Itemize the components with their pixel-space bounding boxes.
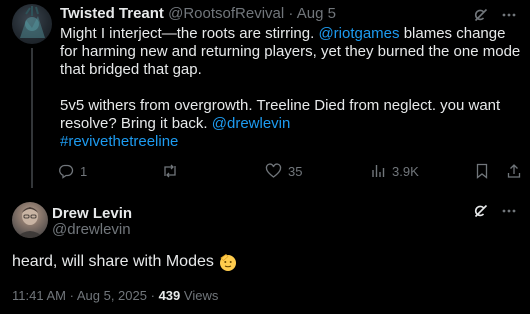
post-text: heard, will share with Modes: [12, 252, 238, 272]
like-button[interactable]: 35: [265, 163, 302, 179]
separator: ·: [69, 288, 74, 303]
avatar[interactable]: [12, 202, 48, 238]
post-date[interactable]: Aug 5: [297, 5, 336, 22]
author-handle[interactable]: @drewlevin: [52, 221, 131, 238]
reply-count: 1: [80, 163, 88, 179]
main-post-top-icons: [472, 202, 518, 220]
thread-line: [31, 48, 33, 188]
heart-icon: [265, 163, 282, 178]
views-count: 3.9K: [392, 163, 419, 179]
more-options-icon[interactable]: [500, 202, 518, 220]
post-time[interactable]: 11:41 AM: [12, 288, 66, 303]
repost-button[interactable]: [161, 163, 185, 179]
more-options-icon[interactable]: [500, 6, 518, 24]
post-header: Twisted Treant @RootsofRevival · Aug 5: [60, 5, 336, 23]
hashtag-link[interactable]: #revivethetreeline: [60, 133, 522, 151]
text-fragment: Might I interject—the roots are stirring…: [60, 25, 319, 42]
main-post: Drew Levin @drewlevin heard, will share …: [0, 188, 530, 314]
post-text-content: heard, will share with Modes: [12, 253, 214, 270]
author-name[interactable]: Twisted Treant: [60, 5, 164, 22]
grok-icon[interactable]: [472, 6, 490, 24]
grok-icon[interactable]: [472, 202, 490, 220]
parent-post[interactable]: Twisted Treant @RootsofRevival · Aug 5 M…: [0, 0, 530, 188]
post-meta: 11:41 AM · Aug 5, 2025 · 439 Views: [12, 288, 218, 303]
bookmark-icon: [476, 163, 488, 179]
mention-link[interactable]: @riotgames: [318, 25, 399, 42]
mention-link[interactable]: @drewlevin: [212, 115, 291, 132]
reply-button[interactable]: 1: [58, 163, 87, 179]
share-icon: [507, 164, 521, 178]
post-date[interactable]: Aug 5, 2025: [77, 288, 147, 303]
like-count: 35: [288, 163, 303, 179]
paragraph-2: 5v5 withers from overgrowth. Treeline Di…: [60, 97, 522, 133]
repost-icon: [164, 164, 176, 178]
paragraph-1: Might I interject—the roots are stirring…: [60, 25, 522, 79]
separator: ·: [150, 288, 155, 303]
bookmark-button[interactable]: [475, 163, 489, 179]
saluting-face-icon: [219, 253, 236, 271]
post-text: Might I interject—the roots are stirring…: [60, 25, 522, 151]
post-top-icons: [472, 6, 518, 24]
separator: ·: [288, 5, 294, 22]
views-button[interactable]: 3.9K: [370, 163, 419, 179]
action-bar: 1 35 3.9K: [58, 163, 522, 181]
reply-icon: [59, 164, 74, 179]
share-button[interactable]: [506, 163, 522, 179]
author-handle[interactable]: @RootsofRevival: [168, 5, 284, 22]
views-label: Views: [183, 288, 219, 303]
views-icon: [372, 165, 385, 177]
avatar[interactable]: [12, 4, 52, 44]
views-count: 439: [158, 288, 181, 303]
author-name[interactable]: Drew Levin: [52, 205, 132, 222]
